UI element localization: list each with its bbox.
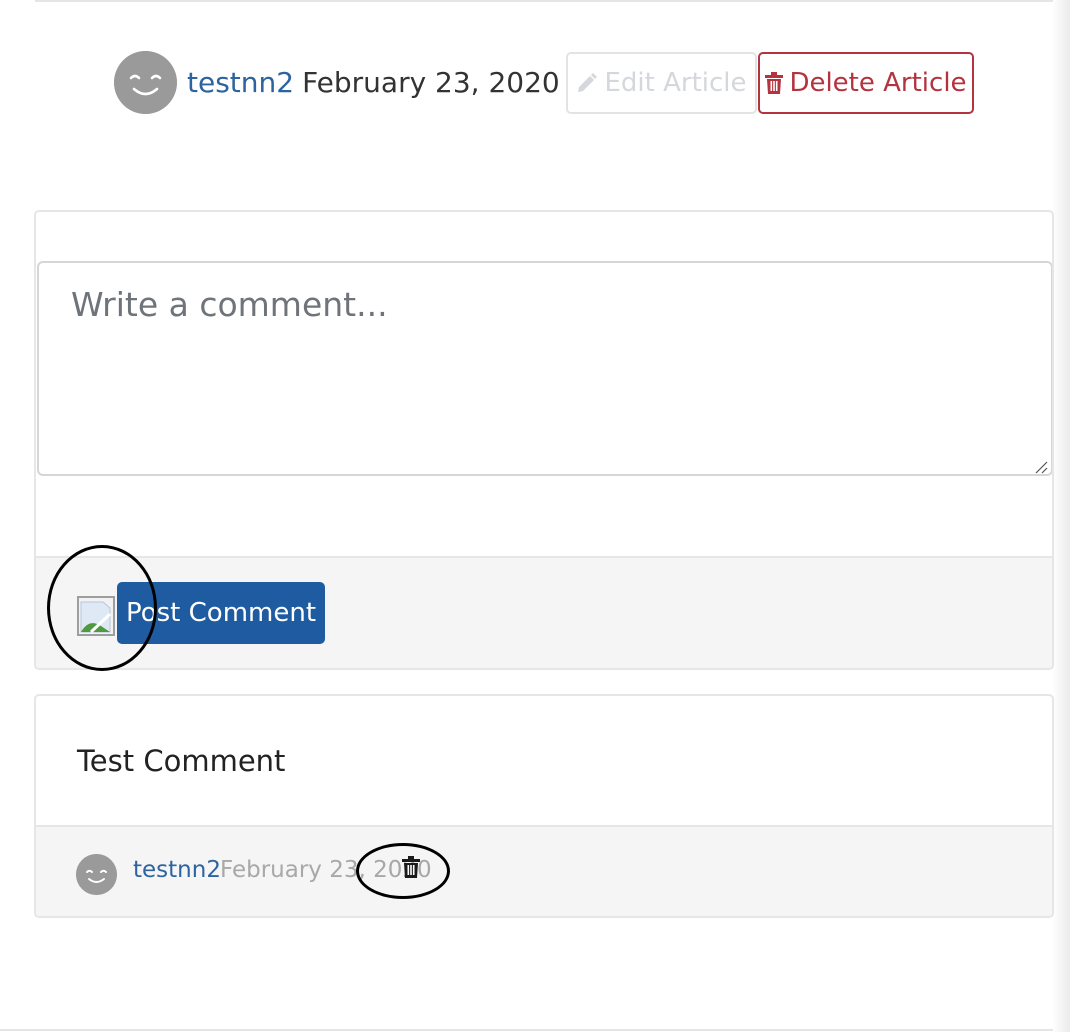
post-comment-button[interactable]: Post Comment — [117, 582, 325, 644]
top-divider — [35, 0, 1053, 2]
trash-icon[interactable] — [402, 856, 420, 878]
smiley-avatar-icon[interactable] — [76, 854, 117, 895]
article-date: February 23, 2020 — [302, 66, 560, 99]
post-comment-label: Post Comment — [125, 598, 317, 628]
comment-author-link[interactable]: testnn2 — [133, 857, 221, 883]
trash-icon — [765, 72, 784, 94]
comment-form-card: Post Comment — [34, 210, 1054, 670]
comment-textarea[interactable] — [37, 261, 1052, 476]
comment-card: Test Comment testnn2 February 23, 2020 — [34, 694, 1054, 918]
right-edge-shadow — [1052, 0, 1070, 1032]
delete-article-button[interactable]: Delete Article — [758, 52, 974, 114]
broken-image-icon — [77, 596, 115, 636]
bottom-divider — [0, 1029, 1053, 1031]
pencil-icon — [576, 72, 598, 94]
resize-grip-icon[interactable] — [1032, 458, 1048, 474]
article-meta: testnn2 February 23, 2020 — [114, 51, 560, 114]
comment-footer: testnn2 February 23, 2020 — [36, 825, 1052, 916]
comment-text: Test Comment — [77, 744, 286, 778]
comment-date: February 23, 2020 — [220, 857, 432, 883]
edit-article-label: Edit Article — [604, 68, 747, 98]
comment-form-footer: Post Comment — [36, 556, 1052, 668]
smiley-avatar-icon[interactable] — [114, 51, 177, 114]
edit-article-button[interactable]: Edit Article — [566, 52, 757, 114]
delete-article-label: Delete Article — [789, 68, 967, 98]
article-author-link[interactable]: testnn2 — [187, 66, 294, 99]
